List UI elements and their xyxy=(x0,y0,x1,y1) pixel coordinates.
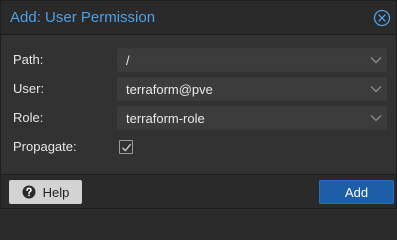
add-button[interactable]: Add xyxy=(319,180,394,204)
propagate-row: Propagate: xyxy=(1,135,396,159)
role-row: Role: terraform-role xyxy=(1,106,396,130)
role-combobox[interactable]: terraform-role xyxy=(117,106,387,130)
user-row: User: terraform@pve xyxy=(1,77,396,101)
role-value: terraform-role xyxy=(126,111,205,126)
path-label: Path: xyxy=(13,52,44,67)
path-row: Path: / xyxy=(1,48,396,72)
path-value: / xyxy=(126,53,130,68)
user-label: User: xyxy=(13,81,45,96)
dialog-footer: Help Add xyxy=(1,174,396,208)
chevron-down-icon[interactable] xyxy=(370,85,382,93)
help-button-label: Help xyxy=(42,184,70,200)
close-icon[interactable] xyxy=(373,9,391,27)
user-value: terraform@pve xyxy=(126,82,213,97)
chevron-down-icon[interactable] xyxy=(370,56,382,64)
propagate-checkbox[interactable] xyxy=(119,140,133,154)
chevron-down-icon[interactable] xyxy=(370,114,382,122)
user-combobox[interactable]: terraform@pve xyxy=(117,77,387,101)
dialog-title: Add: User Permission xyxy=(10,9,156,26)
propagate-label: Propagate: xyxy=(13,139,77,154)
role-label: Role: xyxy=(13,110,44,125)
question-circle-icon xyxy=(22,185,36,199)
checkmark-icon xyxy=(122,143,132,152)
help-button[interactable]: Help xyxy=(9,180,82,204)
path-combobox[interactable]: / xyxy=(117,48,387,72)
add-button-label: Add xyxy=(344,184,369,200)
dialog-titlebar: Add: User Permission xyxy=(1,1,396,35)
add-user-permission-dialog: Add: User Permission Path: / User: terra… xyxy=(0,0,397,209)
